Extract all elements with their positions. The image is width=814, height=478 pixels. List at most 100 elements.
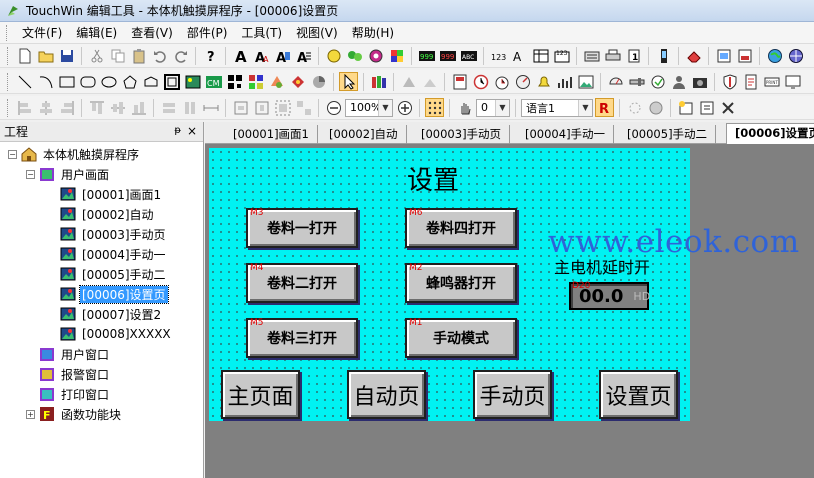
copy-button[interactable]: [108, 46, 127, 65]
pin-icon[interactable]: ᵽ: [174, 125, 181, 136]
nav-settings-button[interactable]: 设置页: [599, 370, 678, 419]
coil-1-open-button[interactable]: M3 卷料一打开: [246, 208, 358, 248]
numeric-input-button[interactable]: 999: [438, 46, 457, 65]
nav-manual-button[interactable]: 手动页: [473, 370, 552, 419]
collapse-icon[interactable]: −: [8, 149, 17, 159]
tree-alarm-window[interactable]: 报警窗口: [39, 364, 111, 384]
center-h-button[interactable]: [231, 98, 250, 117]
tree-screen-item[interactable]: [00007]设置2: [60, 304, 163, 324]
screen-button[interactable]: [450, 72, 469, 91]
layer-button[interactable]: [455, 98, 474, 117]
text-button[interactable]: A: [231, 46, 250, 65]
timer-button[interactable]: [492, 72, 511, 91]
nav-home-button[interactable]: 主页面: [221, 370, 300, 419]
tree-screen-item[interactable]: [00004]手动一: [60, 244, 168, 264]
document-button[interactable]: [741, 72, 760, 91]
tree-print-window[interactable]: 打印窗口: [39, 384, 111, 404]
redo-button[interactable]: [171, 46, 190, 65]
align-left-button[interactable]: [15, 98, 34, 117]
rectangle-tool[interactable]: [57, 72, 76, 91]
menu-help[interactable]: 帮助(H): [345, 23, 401, 43]
help-button[interactable]: ?: [201, 46, 220, 65]
zoom-in-button[interactable]: [395, 98, 414, 117]
buzzer-open-button[interactable]: M2 蜂鸣器打开: [405, 263, 517, 303]
clear-button[interactable]: [684, 46, 703, 65]
paste-button[interactable]: [129, 46, 148, 65]
number-input-button[interactable]: 123: [552, 46, 571, 65]
tree-user-screens[interactable]: − 用户画面: [26, 164, 111, 184]
ellipse-tool[interactable]: [99, 72, 118, 91]
text-list-button[interactable]: A: [294, 46, 313, 65]
keyboard-button[interactable]: [582, 46, 601, 65]
coil-3-open-button[interactable]: M5 卷料三打开: [246, 318, 358, 358]
image-tool[interactable]: [183, 72, 202, 91]
user-button[interactable]: [669, 72, 688, 91]
tree-screen-item[interactable]: [00001]画面1: [60, 184, 163, 204]
menu-view[interactable]: 查看(V): [124, 23, 180, 43]
indicator-button[interactable]: [366, 46, 385, 65]
tab-screen-1[interactable]: [00001]画面1: [225, 125, 318, 144]
same-width-button[interactable]: [159, 98, 178, 117]
tree-screen-item-selected[interactable]: [00006]设置页: [60, 284, 169, 304]
tree-screen-item[interactable]: [00005]手动二: [60, 264, 168, 284]
align-left-tool[interactable]: [399, 72, 418, 91]
group-button[interactable]: [273, 98, 292, 117]
tree-screen-item[interactable]: [00003]手动页: [60, 224, 168, 244]
h-space-button[interactable]: [201, 98, 220, 117]
hmi-screen-canvas[interactable]: 设置 M3 卷料一打开 M6 卷料四打开 M4 卷料二打开 M2 蜂鸣器打开 M…: [209, 148, 690, 421]
layer-combobox[interactable]: 0 ▼: [476, 98, 510, 117]
screen-properties-button[interactable]: [697, 98, 716, 117]
delete-screen-button[interactable]: [718, 98, 737, 117]
menu-file[interactable]: 文件(F): [15, 23, 69, 43]
cut-button[interactable]: [87, 46, 106, 65]
text-format-button[interactable]: A: [273, 46, 292, 65]
slider-button[interactable]: [627, 72, 646, 91]
cm-tool[interactable]: CM: [204, 72, 223, 91]
bitmap-button[interactable]: [387, 46, 406, 65]
download-button[interactable]: [654, 46, 673, 65]
meter-button[interactable]: [606, 72, 625, 91]
align-middle-button[interactable]: [108, 98, 127, 117]
tab-screen-5[interactable]: [00005]手动二: [619, 125, 717, 144]
new-file-button[interactable]: [15, 46, 34, 65]
camera-button[interactable]: [690, 72, 709, 91]
open-file-button[interactable]: [36, 46, 55, 65]
qr-code-tool[interactable]: [225, 72, 244, 91]
bar-graph-button[interactable]: [555, 72, 574, 91]
table-button[interactable]: [531, 46, 550, 65]
upload-button[interactable]: [714, 46, 733, 65]
ungroup-button[interactable]: [294, 98, 313, 117]
shape-tool[interactable]: [267, 72, 286, 91]
align-right-tool[interactable]: [420, 72, 439, 91]
language-combobox[interactable]: 语言1 ▼: [521, 98, 593, 117]
align-bottom-button[interactable]: [129, 98, 148, 117]
zoom-combobox[interactable]: 100% ▼: [345, 98, 393, 117]
network-button[interactable]: [786, 46, 805, 65]
graph-tool[interactable]: [246, 72, 265, 91]
fill-tool[interactable]: [288, 72, 307, 91]
alarm-button[interactable]: [534, 72, 553, 91]
nav-auto-button[interactable]: 自动页: [347, 370, 426, 419]
info-button[interactable]: 1: [624, 46, 643, 65]
frame-tool[interactable]: [162, 72, 181, 91]
tab-screen-4[interactable]: [00004]手动一: [517, 125, 615, 144]
tab-screen-2[interactable]: [00002]自动: [321, 125, 407, 144]
motor-delay-numeric-display[interactable]: D20 00.0 HD: [569, 281, 650, 310]
undo-button[interactable]: [150, 46, 169, 65]
menu-edit[interactable]: 编辑(E): [69, 23, 124, 43]
tab-screen-3[interactable]: [00003]手动页: [413, 125, 511, 144]
multi-lamp-button[interactable]: [345, 46, 364, 65]
tree-user-window[interactable]: 用户窗口: [39, 344, 111, 364]
polyline-tool[interactable]: [141, 72, 160, 91]
picture-button[interactable]: [576, 72, 595, 91]
lamp-button[interactable]: [324, 46, 343, 65]
globe-button[interactable]: [765, 46, 784, 65]
printer-button[interactable]: [603, 46, 622, 65]
shield-button[interactable]: [720, 72, 739, 91]
grid-button[interactable]: [425, 98, 444, 117]
print-preview-button[interactable]: PRINT: [762, 72, 781, 91]
menu-tools[interactable]: 工具(T): [234, 23, 289, 43]
tab-screen-6-active[interactable]: [00006]设置页: [726, 123, 814, 144]
clock-button[interactable]: [471, 72, 490, 91]
numeric-display-button[interactable]: 999: [417, 46, 436, 65]
